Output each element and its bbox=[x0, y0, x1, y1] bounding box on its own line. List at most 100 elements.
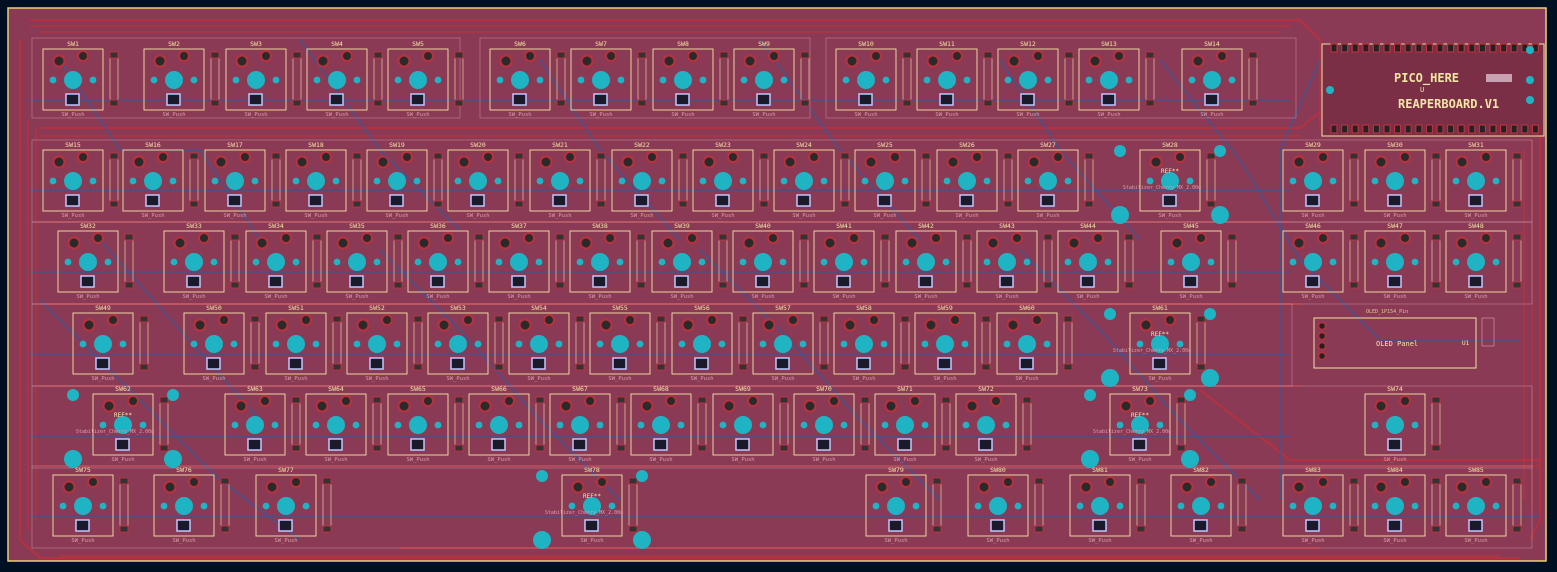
stab-hole bbox=[533, 531, 551, 549]
diode-pad bbox=[697, 396, 707, 404]
diode-pad bbox=[124, 233, 134, 241]
mount-pad bbox=[190, 76, 198, 84]
diode-pad bbox=[1227, 281, 1237, 289]
led-pad bbox=[227, 194, 242, 207]
diode-pad bbox=[932, 525, 942, 533]
switch-pin-pad bbox=[437, 318, 451, 332]
pcb-canvas[interactable]: SW1 SW_Push SW2 SW_Push SW3 SW_Push SW4 SW_Push… bbox=[0, 0, 1557, 572]
diode-pad bbox=[210, 99, 220, 107]
center-hole bbox=[94, 335, 112, 353]
switch-pin-pad bbox=[845, 54, 859, 68]
diode-pad bbox=[1349, 477, 1359, 485]
stab-hole bbox=[1211, 206, 1229, 224]
switch-value-label: SW_Push bbox=[1189, 538, 1212, 544]
switch-pin-pad bbox=[87, 476, 99, 488]
switch-pin-pad bbox=[1399, 395, 1411, 407]
led-pad bbox=[1101, 93, 1116, 106]
diode-pad bbox=[616, 444, 626, 452]
center-hole bbox=[1386, 416, 1404, 434]
diode-pad bbox=[1034, 477, 1044, 485]
switch-ref-label: SW67 bbox=[572, 385, 588, 393]
switch-pin-pad bbox=[1031, 314, 1043, 326]
mount-pad bbox=[454, 177, 462, 185]
switch-pin-pad bbox=[843, 318, 857, 332]
mcu-footprint[interactable] bbox=[1321, 43, 1545, 137]
led-pad bbox=[674, 275, 689, 288]
stab-hole bbox=[536, 470, 548, 482]
switch-value-label: SW_Push bbox=[752, 112, 775, 118]
stab-hole bbox=[1184, 389, 1196, 401]
diode-pad bbox=[433, 200, 443, 208]
center-hole bbox=[815, 416, 833, 434]
switch-ref-label: SW81 bbox=[1092, 466, 1108, 474]
led-pad bbox=[592, 275, 607, 288]
led-pad bbox=[990, 519, 1005, 532]
mount-pad bbox=[800, 421, 808, 429]
switch-pin-pad bbox=[543, 314, 555, 326]
diode-pad bbox=[291, 444, 301, 452]
switch-pin-pad bbox=[1139, 318, 1153, 332]
led-pad bbox=[755, 275, 770, 288]
mount-pad bbox=[1076, 502, 1084, 510]
switch-pin-pad bbox=[909, 395, 921, 407]
mcu-pin-pad bbox=[1362, 124, 1370, 134]
mount-pad bbox=[608, 502, 616, 510]
switch-ref-label: SW13 bbox=[1101, 40, 1117, 48]
center-hole bbox=[755, 71, 773, 89]
switch-pin-pad bbox=[422, 395, 434, 407]
mcu-pin-pad bbox=[1446, 43, 1455, 53]
diode-pad bbox=[1145, 99, 1155, 107]
mount-pad bbox=[373, 258, 381, 266]
switch-pin-pad bbox=[315, 399, 329, 413]
diode-pad bbox=[1022, 396, 1032, 404]
mount-pad bbox=[1492, 177, 1500, 185]
switch-pin-pad bbox=[397, 399, 411, 413]
stab-hole bbox=[1114, 145, 1126, 157]
mount-pad bbox=[759, 421, 767, 429]
center-hole bbox=[388, 172, 406, 190]
mcu-pin-pad bbox=[1383, 124, 1391, 134]
mount-pad bbox=[312, 340, 320, 348]
switch-ref-label: SW73 bbox=[1132, 385, 1148, 393]
diode-pad bbox=[1003, 200, 1013, 208]
switch-ref-label: SW85 bbox=[1468, 466, 1484, 474]
switch-ref-label: SW53 bbox=[450, 304, 466, 312]
led-pad bbox=[593, 93, 608, 106]
switch-pin-pad bbox=[234, 399, 248, 413]
switch-pin-pad bbox=[946, 155, 960, 169]
diode-pad bbox=[1349, 200, 1359, 208]
diode-pad bbox=[575, 315, 585, 323]
center-hole bbox=[226, 172, 244, 190]
switch-pin-pad bbox=[1317, 232, 1329, 244]
switch-pin-pad bbox=[768, 50, 780, 62]
diode-pad bbox=[393, 233, 403, 241]
led-pad bbox=[410, 438, 425, 451]
switch-pin-pad bbox=[300, 314, 312, 326]
switch-ref-label: SW46 bbox=[1305, 222, 1321, 230]
center-hole bbox=[1182, 253, 1200, 271]
mcu-pin-pad bbox=[1510, 43, 1518, 53]
diode-pad bbox=[159, 444, 169, 452]
mount-pad bbox=[596, 421, 604, 429]
switch-ref-label: SW17 bbox=[227, 141, 243, 149]
diode-pad bbox=[555, 233, 565, 241]
diode-pad bbox=[697, 444, 707, 452]
switch-pin-pad bbox=[218, 314, 230, 326]
switch-ref-label: SW44 bbox=[1080, 222, 1096, 230]
switch-pin-pad bbox=[127, 395, 139, 407]
center-hole bbox=[409, 416, 427, 434]
diode-pad bbox=[900, 363, 910, 371]
switch-pin-pad bbox=[905, 236, 919, 250]
switch-ref-label: SW25 bbox=[877, 141, 893, 149]
switch-value-label: SW_Push bbox=[1016, 112, 1039, 118]
diode-pad bbox=[637, 99, 647, 107]
switch-pin-pad bbox=[848, 232, 860, 244]
diode-pad bbox=[474, 281, 484, 289]
mount-pad bbox=[333, 258, 341, 266]
center-hole bbox=[1019, 71, 1037, 89]
diode-pad bbox=[962, 233, 972, 241]
switch-pin-pad bbox=[417, 236, 431, 250]
diode-pad bbox=[1022, 444, 1032, 452]
mount-pad bbox=[515, 340, 523, 348]
center-hole bbox=[774, 335, 792, 353]
